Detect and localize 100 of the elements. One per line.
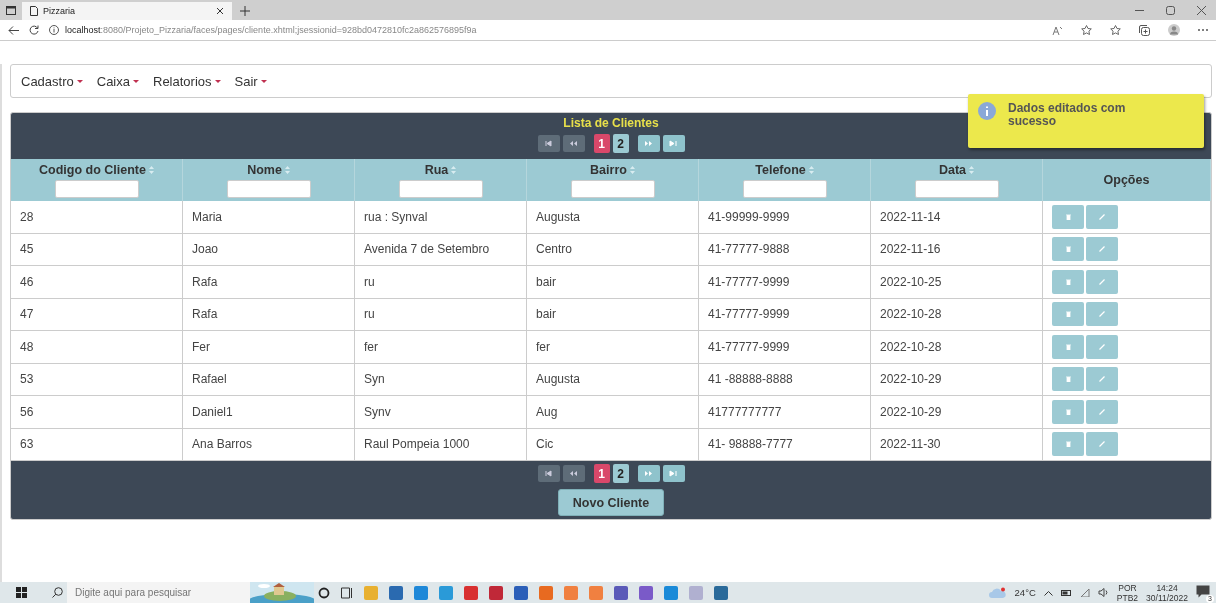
keyboard-layout[interactable]: PTB2 (1116, 592, 1139, 603)
last-page-button[interactable] (662, 465, 685, 482)
table-cell: bair (527, 266, 699, 299)
back-icon[interactable] (8, 25, 19, 35)
new-tab-icon[interactable] (240, 6, 250, 16)
column-header[interactable]: Telefone (755, 162, 806, 177)
cortana-icon[interactable] (318, 586, 330, 599)
page-button[interactable]: 1 (593, 464, 610, 483)
chevron-up-icon[interactable] (1043, 589, 1053, 596)
address-field[interactable]: localhost:8080/Projeto_Pizzaria/faces/pages/cliente.xhtml;jsessionid=928bd0472810fc2a862576895f9a (65, 25, 477, 35)
filter-field[interactable] (226, 179, 311, 198)
taskbar-app-icon[interactable] (664, 585, 678, 600)
taskbar-app-icon[interactable] (639, 585, 653, 600)
next-page-button[interactable] (637, 135, 660, 152)
windows-start-icon[interactable] (15, 587, 27, 598)
taskbar-app-icon[interactable] (414, 585, 428, 600)
pencil-icon (1099, 376, 1105, 383)
search-field[interactable]: Digite aqui para pesquisar (67, 582, 250, 603)
filter-field[interactable] (570, 179, 655, 198)
edit-button[interactable] (1086, 302, 1118, 327)
edit-button[interactable] (1086, 367, 1118, 392)
task-view-icon[interactable] (341, 586, 353, 599)
taskbar-app-icon[interactable] (389, 585, 403, 600)
taskbar-app-icon[interactable] (464, 585, 478, 600)
taskbar-app-icon[interactable] (714, 585, 728, 600)
next-page-button[interactable] (637, 465, 660, 482)
menu-item[interactable]: Caixa (96, 73, 139, 89)
close-icon[interactable] (1197, 5, 1206, 15)
filter-field[interactable] (742, 179, 827, 198)
delete-button[interactable] (1052, 334, 1084, 359)
taskbar-app-icon[interactable] (614, 585, 628, 600)
taskbar-app-icon[interactable] (439, 585, 453, 600)
column-header[interactable]: Rua (424, 162, 449, 177)
menu-item[interactable]: Relatorios (153, 73, 221, 89)
pencil-icon (1099, 213, 1105, 220)
info-icon[interactable] (49, 25, 59, 35)
delete-button[interactable] (1052, 237, 1084, 262)
speaker-icon[interactable] (1097, 588, 1109, 597)
favorites-icon[interactable] (1110, 25, 1121, 35)
table-cell: Rafa (183, 298, 355, 331)
close-icon[interactable] (216, 7, 224, 15)
column-header[interactable]: Data (938, 162, 967, 177)
table-cell: 53 (11, 363, 183, 396)
collections-icon[interactable] (1139, 24, 1150, 36)
delete-button[interactable] (1052, 302, 1084, 327)
browser-tab[interactable]: Pizzaria (22, 2, 232, 20)
taskbar-app-icon[interactable] (539, 585, 553, 600)
new-client-button[interactable]: Novo Cliente (557, 489, 665, 516)
page-button[interactable]: 2 (612, 134, 629, 153)
table-cell: bair (527, 298, 699, 331)
pencil-icon (1099, 343, 1105, 350)
menu-item[interactable]: Sair (234, 73, 267, 89)
page-icon (30, 6, 38, 16)
column-header[interactable]: Bairro (590, 162, 627, 177)
page-button[interactable]: 2 (612, 464, 629, 483)
delete-button[interactable] (1052, 432, 1084, 457)
profile-icon[interactable] (1168, 24, 1180, 36)
table-cell: Fer (183, 331, 355, 364)
edit-button[interactable] (1086, 432, 1118, 457)
trash-icon (1065, 441, 1071, 448)
delete-button[interactable] (1052, 399, 1084, 424)
edit-button[interactable] (1086, 204, 1118, 229)
taskbar-app-icon[interactable] (589, 585, 603, 600)
filter-field[interactable] (54, 179, 139, 198)
menu-item[interactable]: Cadastro (21, 73, 83, 89)
table-cell: 41-77777-9999 (699, 331, 871, 364)
clock-time[interactable]: 14:24 (1156, 582, 1178, 593)
temperature[interactable]: 24°C (1014, 587, 1036, 598)
last-page-button[interactable] (662, 135, 685, 152)
edit-button[interactable] (1086, 269, 1118, 294)
edit-button[interactable] (1086, 399, 1118, 424)
taskbar-app-icon[interactable] (564, 585, 578, 600)
clock-date[interactable]: 30/11/2022 (1146, 592, 1188, 603)
table-cell: Ana Barros (183, 428, 355, 461)
table-cell: Cic (527, 428, 699, 461)
minimize-icon[interactable] (1135, 9, 1144, 11)
table-cell: Daniel1 (183, 396, 355, 429)
column-header[interactable]: Nome (247, 162, 282, 177)
battery-icon[interactable] (1060, 589, 1072, 596)
taskbar-app-icon[interactable] (489, 585, 503, 600)
restore-icon[interactable] (1166, 5, 1175, 15)
language-indicator[interactable]: POR (1118, 582, 1137, 593)
taskbar-app-icon[interactable] (514, 585, 528, 600)
edit-button[interactable] (1086, 237, 1118, 262)
edit-button[interactable] (1086, 334, 1118, 359)
table-cell: 2022-10-28 (871, 298, 1043, 331)
delete-button[interactable] (1052, 204, 1084, 229)
page-button[interactable]: 1 (593, 134, 610, 153)
table-cell: 2022-10-25 (871, 266, 1043, 299)
refresh-icon[interactable] (29, 25, 39, 35)
table-cell: 41-77777-9888 (699, 233, 871, 266)
table-cell: fer (355, 331, 527, 364)
filter-field[interactable] (914, 179, 999, 198)
delete-button[interactable] (1052, 269, 1084, 294)
delete-button[interactable] (1052, 367, 1084, 392)
filter-field[interactable] (398, 179, 483, 198)
tab-actions-icon[interactable] (6, 5, 16, 15)
table-cell: Centro (527, 233, 699, 266)
read-aloud-icon[interactable] (1052, 25, 1063, 35)
trash-icon (1065, 343, 1071, 350)
